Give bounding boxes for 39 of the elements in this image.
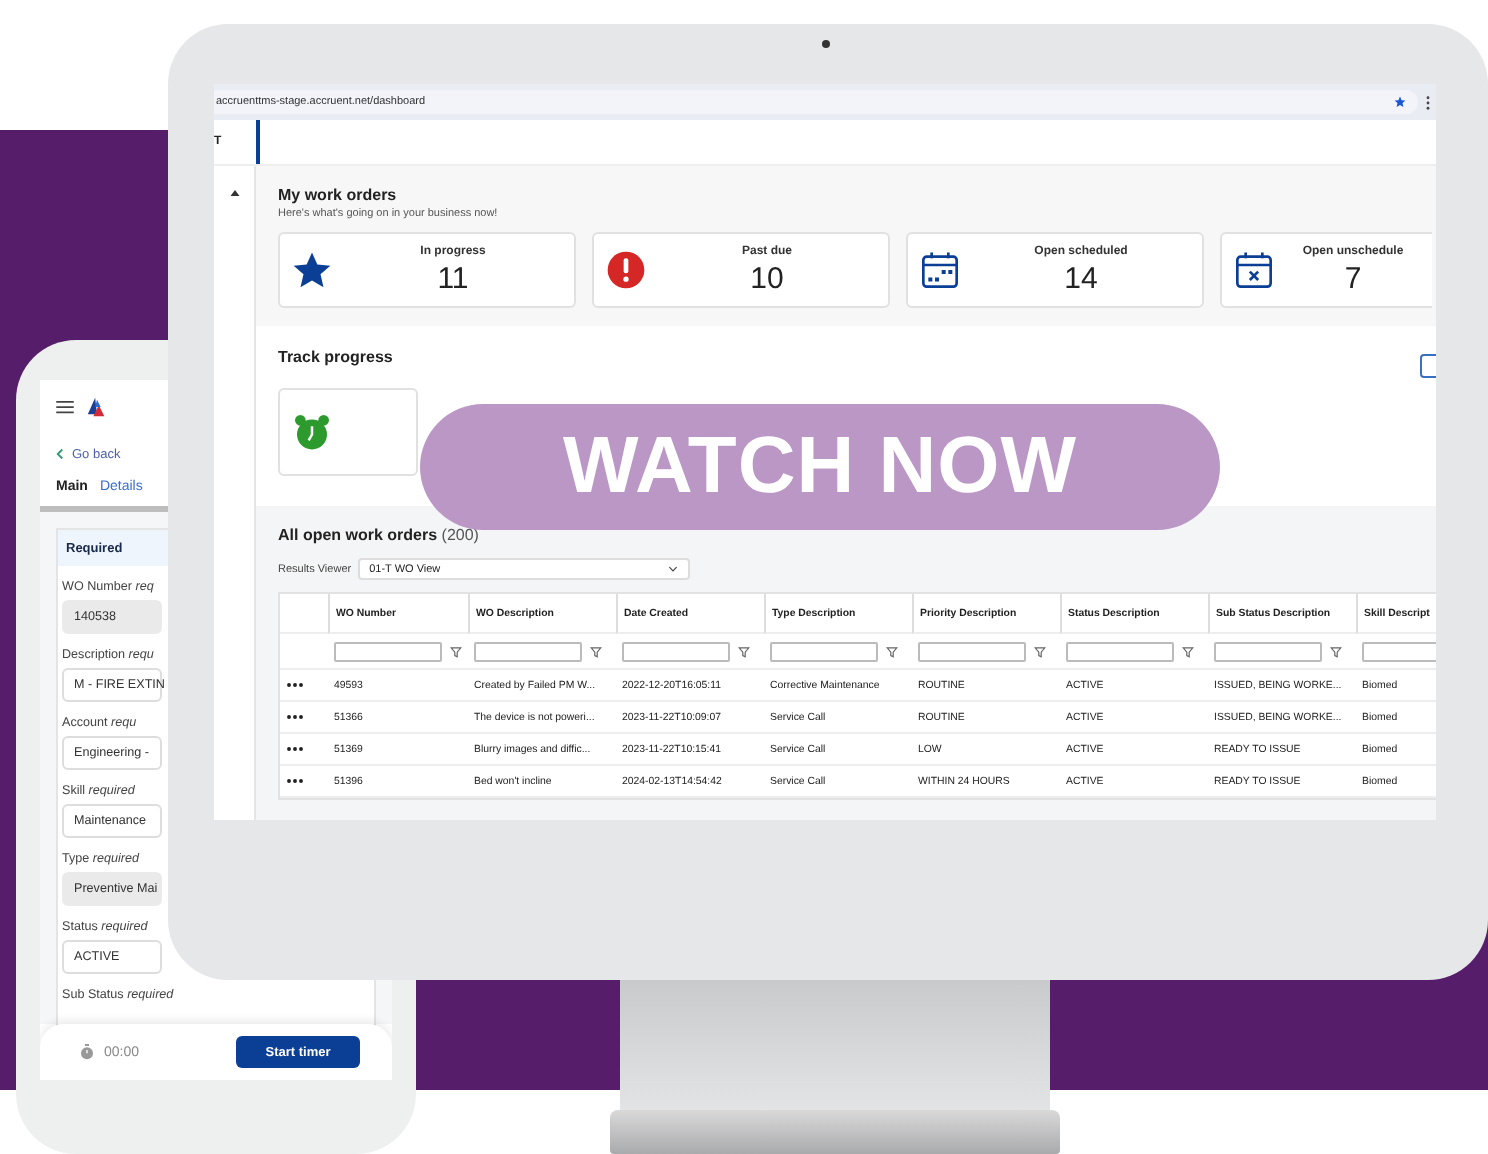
filter-input[interactable] xyxy=(1362,641,1436,661)
calendar-x-icon xyxy=(1234,250,1274,290)
star-icon xyxy=(292,250,332,290)
stopwatch-icon xyxy=(80,1044,94,1060)
calendar-icon xyxy=(920,250,960,290)
header-accent-bar xyxy=(256,120,260,164)
filter-input[interactable] xyxy=(1214,641,1322,661)
alarm-clock-icon xyxy=(292,412,332,452)
card-count: 10 xyxy=(750,261,784,295)
filter-input[interactable] xyxy=(334,641,442,661)
camera-dot xyxy=(822,40,830,48)
filter-icon[interactable] xyxy=(1330,645,1342,657)
filter-input[interactable] xyxy=(918,641,1026,661)
filter-input[interactable] xyxy=(474,641,582,661)
caret-up-icon[interactable] xyxy=(229,190,239,196)
filter-icon[interactable] xyxy=(590,645,602,657)
filter-input[interactable] xyxy=(770,641,878,661)
bookmark-star-icon[interactable] xyxy=(1394,96,1406,108)
section-title: My work orders xyxy=(278,186,399,204)
card-count: 11 xyxy=(437,261,469,295)
filter-input[interactable] xyxy=(1066,641,1174,661)
filter-icon[interactable] xyxy=(886,645,898,657)
chevron-left-icon xyxy=(56,448,64,460)
filter-icon[interactable] xyxy=(1182,645,1194,657)
more-icon[interactable] xyxy=(286,714,304,720)
filter-input[interactable] xyxy=(622,641,730,661)
exclamation-icon xyxy=(606,250,646,290)
filter-icon[interactable] xyxy=(738,645,750,657)
more-icon[interactable] xyxy=(286,682,304,688)
menu-icon[interactable] xyxy=(56,399,74,413)
more-icon[interactable] xyxy=(286,746,304,752)
section-title: Track progress xyxy=(278,348,395,366)
card-count: 14 xyxy=(1064,261,1098,295)
more-icon[interactable] xyxy=(286,778,304,784)
filter-icon[interactable] xyxy=(450,645,462,657)
logo-icon xyxy=(86,395,108,417)
card-count: 7 xyxy=(1344,261,1362,295)
chevron-down-icon xyxy=(667,566,678,572)
filter-icon[interactable] xyxy=(1034,645,1046,657)
